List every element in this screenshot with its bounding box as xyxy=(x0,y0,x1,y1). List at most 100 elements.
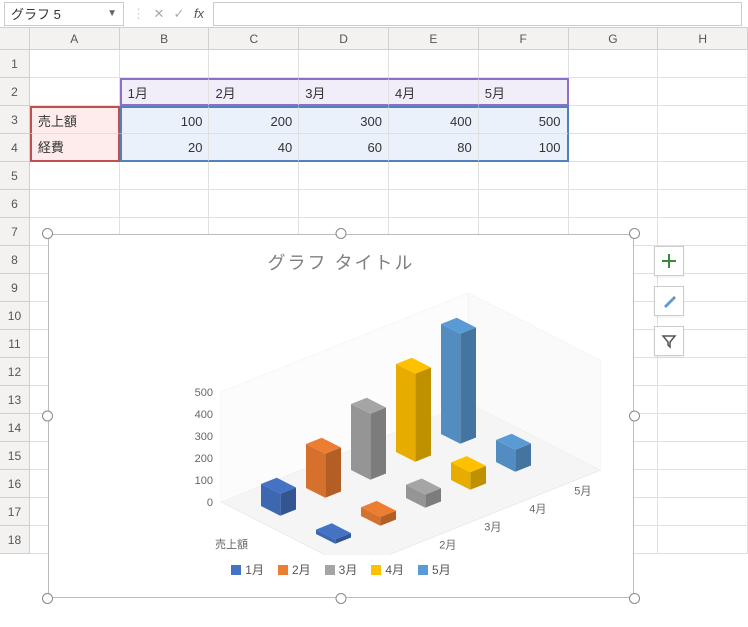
row-header-6[interactable]: 6 xyxy=(0,190,30,218)
cell-H13[interactable] xyxy=(658,386,748,414)
chart-plot-area[interactable]: 0100200300400500売上額経費1月2月3月4月5月 xyxy=(49,275,633,555)
cell-E1[interactable] xyxy=(389,50,479,78)
cell-G1[interactable] xyxy=(569,50,659,78)
legend-item[interactable]: 3月 xyxy=(325,561,358,578)
column-header-F[interactable]: F xyxy=(479,28,569,49)
resize-handle-ml[interactable] xyxy=(42,411,53,422)
resize-handle-mr[interactable] xyxy=(629,411,640,422)
cell-D6[interactable] xyxy=(299,190,389,218)
column-header-H[interactable]: H xyxy=(658,28,748,49)
cell-B2[interactable]: 1月 xyxy=(120,78,210,106)
cancel-icon[interactable]: ✕ xyxy=(149,6,169,22)
row-header-5[interactable]: 5 xyxy=(0,162,30,190)
cell-H4[interactable] xyxy=(658,134,748,162)
chart-filters-button[interactable] xyxy=(654,326,684,356)
cell-A1[interactable] xyxy=(30,50,120,78)
cell-D3[interactable]: 300 xyxy=(299,106,389,134)
cell-B4[interactable]: 20 xyxy=(120,134,210,162)
row-header-3[interactable]: 3 xyxy=(0,106,30,134)
cell-C3[interactable]: 200 xyxy=(209,106,299,134)
cell-F1[interactable] xyxy=(479,50,569,78)
cell-D4[interactable]: 60 xyxy=(299,134,389,162)
cell-C2[interactable]: 2月 xyxy=(209,78,299,106)
chart-area[interactable]: グラフ タイトル 0100200300400500売上額経費1月2月3月4月5月… xyxy=(48,234,634,598)
cell-A4[interactable]: 経費 xyxy=(30,134,120,162)
name-box[interactable]: グラフ 5 ▼ xyxy=(4,2,124,26)
chart-styles-button[interactable] xyxy=(654,286,684,316)
cell-C4[interactable]: 40 xyxy=(209,134,299,162)
chart-object[interactable]: グラフ タイトル 0100200300400500売上額経費1月2月3月4月5月… xyxy=(42,228,640,604)
cell-A6[interactable] xyxy=(30,190,120,218)
row-header-16[interactable]: 16 xyxy=(0,470,30,498)
row-header-10[interactable]: 10 xyxy=(0,302,30,330)
cell-E4[interactable]: 80 xyxy=(389,134,479,162)
cell-H16[interactable] xyxy=(658,470,748,498)
cell-E2[interactable]: 4月 xyxy=(389,78,479,106)
cell-H5[interactable] xyxy=(658,162,748,190)
row-header-8[interactable]: 8 xyxy=(0,246,30,274)
cell-E6[interactable] xyxy=(389,190,479,218)
cell-D2[interactable]: 3月 xyxy=(299,78,389,106)
column-header-A[interactable]: A xyxy=(30,28,120,49)
cell-C1[interactable] xyxy=(209,50,299,78)
row-header-12[interactable]: 12 xyxy=(0,358,30,386)
cell-F2[interactable]: 5月 xyxy=(479,78,569,106)
row-header-18[interactable]: 18 xyxy=(0,526,30,554)
cell-H6[interactable] xyxy=(658,190,748,218)
chart-legend[interactable]: 1月 2月 3月 4月 5月 xyxy=(49,561,633,578)
cell-G5[interactable] xyxy=(569,162,659,190)
chart-title[interactable]: グラフ タイトル xyxy=(49,249,633,275)
cell-H17[interactable] xyxy=(658,498,748,526)
cell-A5[interactable] xyxy=(30,162,120,190)
resize-handle-tr[interactable] xyxy=(629,228,640,239)
column-header-C[interactable]: C xyxy=(209,28,299,49)
cell-E3[interactable]: 400 xyxy=(389,106,479,134)
cell-B6[interactable] xyxy=(120,190,210,218)
row-header-17[interactable]: 17 xyxy=(0,498,30,526)
row-header-9[interactable]: 9 xyxy=(0,274,30,302)
cell-F5[interactable] xyxy=(479,162,569,190)
column-header-B[interactable]: B xyxy=(120,28,210,49)
cell-D1[interactable] xyxy=(299,50,389,78)
resize-handle-bm[interactable] xyxy=(336,593,347,604)
cell-B1[interactable] xyxy=(120,50,210,78)
row-header-15[interactable]: 15 xyxy=(0,442,30,470)
cell-G6[interactable] xyxy=(569,190,659,218)
cell-G3[interactable] xyxy=(569,106,659,134)
column-header-E[interactable]: E xyxy=(389,28,479,49)
column-header-G[interactable]: G xyxy=(569,28,659,49)
cell-H1[interactable] xyxy=(658,50,748,78)
resize-handle-tm[interactable] xyxy=(336,228,347,239)
chart-elements-button[interactable] xyxy=(654,246,684,276)
cell-H3[interactable] xyxy=(658,106,748,134)
cell-H7[interactable] xyxy=(658,218,748,246)
cell-F4[interactable]: 100 xyxy=(479,134,569,162)
cell-A3[interactable]: 売上額 xyxy=(30,106,120,134)
resize-handle-tl[interactable] xyxy=(42,228,53,239)
cell-B3[interactable]: 100 xyxy=(120,106,210,134)
cell-F6[interactable] xyxy=(479,190,569,218)
cell-H12[interactable] xyxy=(658,358,748,386)
legend-item[interactable]: 4月 xyxy=(371,561,404,578)
cell-H18[interactable] xyxy=(658,526,748,554)
legend-item[interactable]: 5月 xyxy=(418,561,451,578)
resize-handle-br[interactable] xyxy=(629,593,640,604)
cell-B5[interactable] xyxy=(120,162,210,190)
row-header-4[interactable]: 4 xyxy=(0,134,30,162)
legend-item[interactable]: 1月 xyxy=(231,561,264,578)
legend-item[interactable]: 2月 xyxy=(278,561,311,578)
resize-handle-bl[interactable] xyxy=(42,593,53,604)
row-header-7[interactable]: 7 xyxy=(0,218,30,246)
cell-H15[interactable] xyxy=(658,442,748,470)
row-header-2[interactable]: 2 xyxy=(0,78,30,106)
cell-C6[interactable] xyxy=(209,190,299,218)
select-all-corner[interactable] xyxy=(0,28,30,49)
cell-G4[interactable] xyxy=(569,134,659,162)
cell-A2[interactable] xyxy=(30,78,120,106)
cell-D5[interactable] xyxy=(299,162,389,190)
cell-H14[interactable] xyxy=(658,414,748,442)
cell-G2[interactable] xyxy=(569,78,659,106)
column-header-D[interactable]: D xyxy=(299,28,389,49)
row-header-14[interactable]: 14 xyxy=(0,414,30,442)
fx-icon[interactable]: fx xyxy=(189,6,209,21)
